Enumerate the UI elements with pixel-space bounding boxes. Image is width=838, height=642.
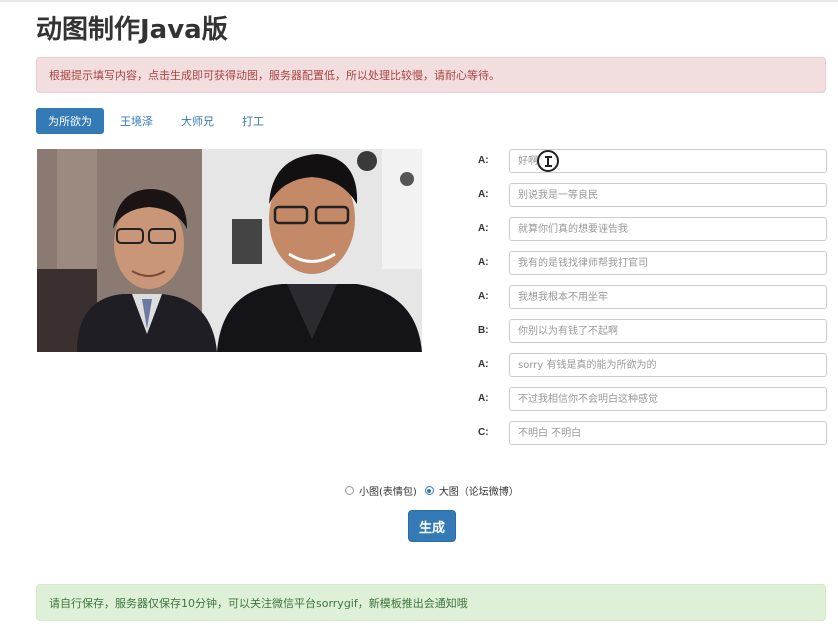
line-input-8[interactable] (509, 387, 827, 411)
speaker-label: A: (478, 257, 489, 268)
info-alert-text: 根据提示填写内容，点击生成即可获得动图，服务器配置低，所以处理比较慢，请耐心等待… (49, 69, 500, 82)
line-row-6: B: (470, 319, 830, 343)
line-row-1: A: (470, 149, 830, 173)
line-row-9: C: (470, 421, 830, 445)
line-row-3: A: (470, 217, 830, 241)
line-row-5: A: (470, 285, 830, 309)
speaker-label: C: (478, 427, 489, 438)
radio-small-icon[interactable] (345, 486, 354, 495)
speaker-label: B: (478, 325, 489, 336)
line-input-3[interactable] (509, 217, 827, 241)
size-option-small[interactable]: 小图(表情包) (345, 483, 417, 498)
line-input-7[interactable] (509, 353, 827, 377)
line-input-6[interactable] (509, 319, 827, 343)
tab-da-shi-xiong[interactable]: 大师兄 (169, 108, 226, 134)
generate-button[interactable]: 生成 (408, 510, 456, 542)
line-row-2: A: (470, 183, 830, 207)
line-input-5[interactable] (509, 285, 827, 309)
line-input-2[interactable] (509, 183, 827, 207)
size-option-large[interactable]: 大图（论坛微博） (424, 483, 519, 498)
info-alert: 根据提示填写内容，点击生成即可获得动图，服务器配置低，所以处理比较慢，请耐心等待… (36, 57, 826, 93)
speaker-label: A: (478, 359, 489, 370)
tab-da-gong[interactable]: 打工 (230, 108, 276, 134)
line-input-4[interactable] (509, 251, 827, 275)
template-tabs: 为所欲为 王境泽 大师兄 打工 (36, 108, 276, 134)
line-row-4: A: (470, 251, 830, 275)
line-row-7: A: (470, 353, 830, 377)
tab-wei-suo-yu-wei[interactable]: 为所欲为 (36, 108, 104, 134)
top-divider (0, 0, 838, 2)
text-cursor-icon (537, 150, 559, 172)
save-alert: 请自行保存，服务器仅保存10分钟，可以关注微信平台sorrygif，新模板推出会… (36, 584, 826, 621)
size-option-large-label: 大图（论坛微博） (438, 487, 519, 498)
page-title: 动图制作Java版 (36, 15, 228, 45)
speaker-label: A: (478, 291, 489, 302)
speaker-label: A: (478, 223, 489, 234)
save-alert-text: 请自行保存，服务器仅保存10分钟，可以关注微信平台sorrygif，新模板推出会… (49, 596, 468, 610)
line-row-8: A: (470, 387, 830, 411)
gif-preview-image (37, 149, 422, 352)
radio-large-icon[interactable] (424, 486, 434, 495)
speaker-label: A: (478, 155, 489, 166)
size-option-small-label: 小图(表情包) (359, 487, 417, 498)
line-input-9[interactable] (509, 421, 827, 445)
tab-wang-jing-ze[interactable]: 王境泽 (108, 108, 165, 134)
speaker-label: A: (478, 189, 489, 200)
size-options: 小图(表情包) 大图（论坛微博） (345, 483, 527, 498)
speaker-label: A: (478, 393, 489, 404)
